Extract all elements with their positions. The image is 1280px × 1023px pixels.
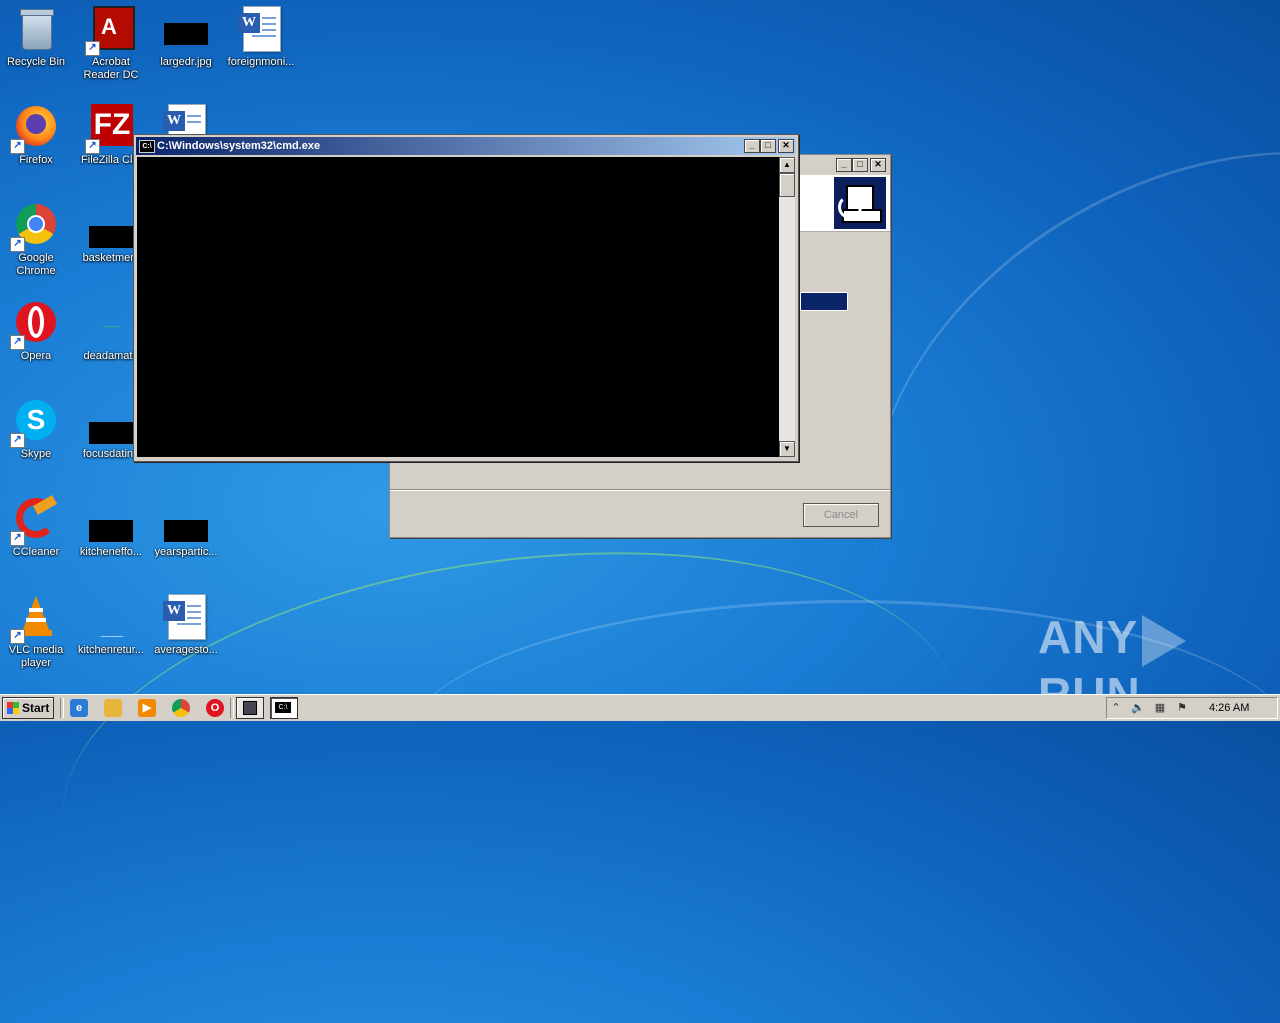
dialog-maximize-button[interactable]: □ — [852, 158, 868, 172]
progress-bar — [800, 292, 848, 311]
desktop-icon-skype[interactable]: S ↗ Skype — [0, 398, 72, 461]
image-file-icon — [162, 6, 210, 54]
taskbar-cmd-button[interactable]: C:\ — [270, 697, 298, 719]
word-doc-icon: W — [237, 6, 285, 54]
desktop-icon-opera[interactable]: ↗ Opera — [0, 300, 72, 363]
dialog-separator — [390, 489, 890, 491]
word-doc-icon: W — [162, 594, 210, 642]
setup-task-icon — [243, 701, 257, 715]
cmd-maximize-button[interactable]: □ — [760, 139, 776, 153]
desktop-icon-foreignmoni[interactable]: W foreignmoni... — [225, 6, 297, 69]
acrobat-icon: A ↗ — [85, 6, 135, 56]
filezilla-icon: FZ ↗ — [85, 104, 135, 154]
wallpaper-swoosh — [36, 499, 984, 1023]
media-player-icon[interactable]: ▶ — [138, 699, 156, 717]
shortcut-arrow-icon: ↗ — [10, 335, 25, 350]
desktop-icon-kitchenretur[interactable]: kitchenretur... — [75, 594, 147, 657]
desktop-icon-acrobat[interactable]: A ↗ Acrobat Reader DC — [75, 6, 147, 82]
setup-computer-icon — [834, 177, 886, 229]
image-file-icon — [87, 496, 135, 544]
shortcut-arrow-icon: ↗ — [85, 41, 100, 56]
chrome-taskbar-icon[interactable] — [172, 699, 190, 717]
cmd-minimize-button[interactable]: _ — [744, 139, 760, 153]
image-file-icon — [87, 594, 135, 642]
image-file-icon — [87, 300, 135, 348]
scroll-thumb[interactable] — [779, 173, 795, 197]
cmd-console-area[interactable] — [137, 157, 779, 457]
desktop-icon-yearspartic[interactable]: yearspartic... — [150, 496, 222, 559]
scroll-up-button[interactable]: ▲ — [779, 157, 795, 173]
opera-icon: ↗ — [10, 300, 60, 350]
ie-icon[interactable]: e — [70, 699, 88, 717]
desktop-icon-chrome[interactable]: ↗ Google Chrome — [0, 202, 72, 278]
shortcut-arrow-icon: ↗ — [10, 237, 25, 252]
image-file-icon — [87, 202, 135, 250]
cmd-window-title: C:\Windows\system32\cmd.exe — [157, 140, 321, 152]
cmd-task-icon: C:\ — [275, 702, 291, 713]
cmd-window[interactable]: C:\ C:\Windows\system32\cmd.exe _ □ ✕ ▲ … — [133, 134, 799, 462]
skype-icon: S ↗ — [10, 398, 60, 448]
shortcut-arrow-icon: ↗ — [10, 433, 25, 448]
cmd-title-bar[interactable]: C:\ C:\Windows\system32\cmd.exe _ □ ✕ — [136, 137, 796, 155]
taskbar-separator — [60, 698, 64, 718]
explorer-folder-icon[interactable] — [104, 699, 122, 717]
desktop-icon-kitcheneffo[interactable]: kitcheneffo... — [75, 496, 147, 559]
desktop-icon-vlc[interactable]: ↗ VLC media player — [0, 594, 72, 670]
desktop-icon-largedr[interactable]: largedr.jpg — [150, 6, 222, 69]
image-file-icon — [162, 496, 210, 544]
network-icon[interactable]: ▦ — [1153, 701, 1167, 715]
desktop-icon-ccleaner[interactable]: ↗ CCleaner — [0, 495, 72, 559]
shortcut-arrow-icon: ↗ — [10, 139, 25, 154]
volume-icon[interactable]: 🔈 — [1131, 701, 1145, 715]
chrome-icon: ↗ — [10, 202, 60, 252]
ccleaner-icon: ↗ — [10, 495, 60, 546]
recycle-bin-icon — [12, 6, 60, 54]
vlc-icon: ↗ — [10, 594, 60, 644]
desktop-icon-recycle-bin[interactable]: Recycle Bin — [0, 6, 72, 69]
taskbar-setup-button[interactable] — [236, 697, 264, 719]
shortcut-arrow-icon: ↗ — [10, 629, 25, 644]
cmd-close-button[interactable]: ✕ — [778, 139, 794, 153]
tray-expand-icon[interactable]: ⌃ — [1109, 701, 1123, 715]
desktop-icon-averagesto[interactable]: W averagesto... — [150, 594, 222, 657]
cmd-icon: C:\ — [139, 140, 155, 153]
windows-logo-icon-lower — [7, 708, 19, 714]
cancel-button[interactable]: Cancel — [803, 503, 879, 527]
firefox-icon: ↗ — [10, 104, 60, 154]
shortcut-arrow-icon: ↗ — [10, 531, 25, 546]
opera-taskbar-icon[interactable]: O — [206, 699, 224, 717]
image-file-icon — [87, 398, 135, 446]
play-logo-icon — [1142, 614, 1187, 667]
system-tray: ⌃ 🔈 ▦ ⚑ 4:26 AM — [1106, 697, 1278, 719]
action-center-flag-icon[interactable]: ⚑ — [1175, 701, 1189, 715]
start-button[interactable]: Start — [2, 697, 54, 719]
shortcut-arrow-icon: ↗ — [85, 139, 100, 154]
taskbar: Start e ▶ O C:\ ⌃ 🔈 ▦ ⚑ 4:26 AM — [0, 694, 1280, 721]
taskbar-separator — [230, 698, 234, 718]
dialog-close-button[interactable]: ✕ — [870, 158, 886, 172]
cmd-vertical-scrollbar[interactable]: ▲ ▼ — [779, 157, 795, 457]
dialog-minimize-button[interactable]: _ — [836, 158, 852, 172]
clock[interactable]: 4:26 AM — [1209, 698, 1249, 718]
desktop-icon-firefox[interactable]: ↗ Firefox — [0, 104, 72, 167]
scroll-down-button[interactable]: ▼ — [779, 441, 795, 457]
